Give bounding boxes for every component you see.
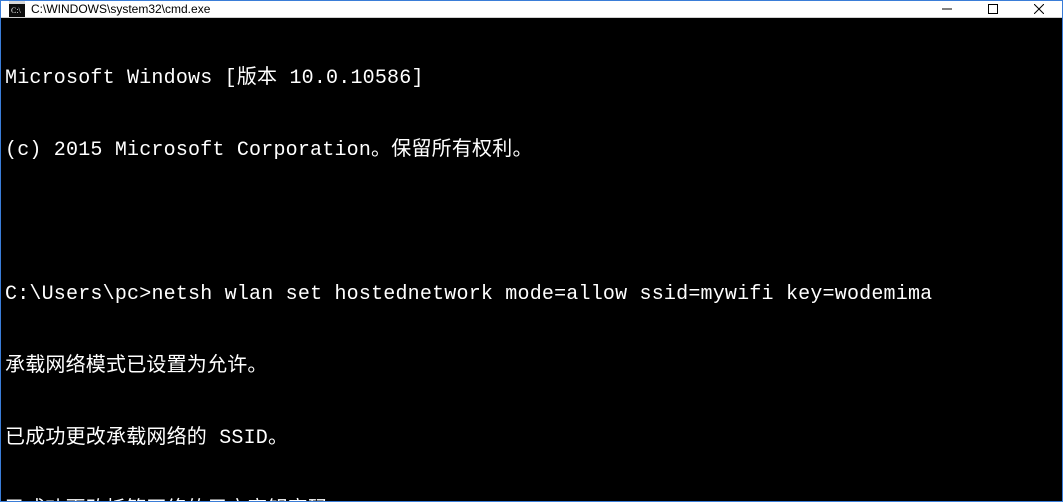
blank-line <box>5 211 1058 235</box>
close-button[interactable] <box>1016 1 1062 17</box>
banner-line: Microsoft Windows [版本 10.0.10586] <box>5 67 1058 91</box>
output-line: 已成功更改承载网络的 SSID。 <box>5 427 1058 451</box>
terminal-output[interactable]: Microsoft Windows [版本 10.0.10586] (c) 20… <box>1 18 1062 501</box>
window-title: C:\WINDOWS\system32\cmd.exe <box>31 2 924 16</box>
command-line-1: C:\Users\pc>netsh wlan set hostednetwork… <box>5 283 1058 307</box>
minimize-button[interactable] <box>924 1 970 17</box>
prompt: C:\Users\pc> <box>5 283 151 306</box>
maximize-button[interactable] <box>970 1 1016 17</box>
cmd-icon: C:\ <box>9 1 25 17</box>
copyright-line: (c) 2015 Microsoft Corporation。保留所有权利。 <box>5 139 1058 163</box>
command-text: netsh wlan set hostednetwork mode=allow … <box>151 283 932 306</box>
window-controls <box>924 1 1062 17</box>
output-line: 承载网络模式已设置为允许。 <box>5 355 1058 379</box>
cmd-window: C:\ C:\WINDOWS\system32\cmd.exe Microsof… <box>0 0 1063 502</box>
output-line: 已成功更改托管网络的用户密钥密码。 <box>5 499 1058 501</box>
titlebar[interactable]: C:\ C:\WINDOWS\system32\cmd.exe <box>1 1 1062 18</box>
svg-text:C:\: C:\ <box>11 6 22 15</box>
